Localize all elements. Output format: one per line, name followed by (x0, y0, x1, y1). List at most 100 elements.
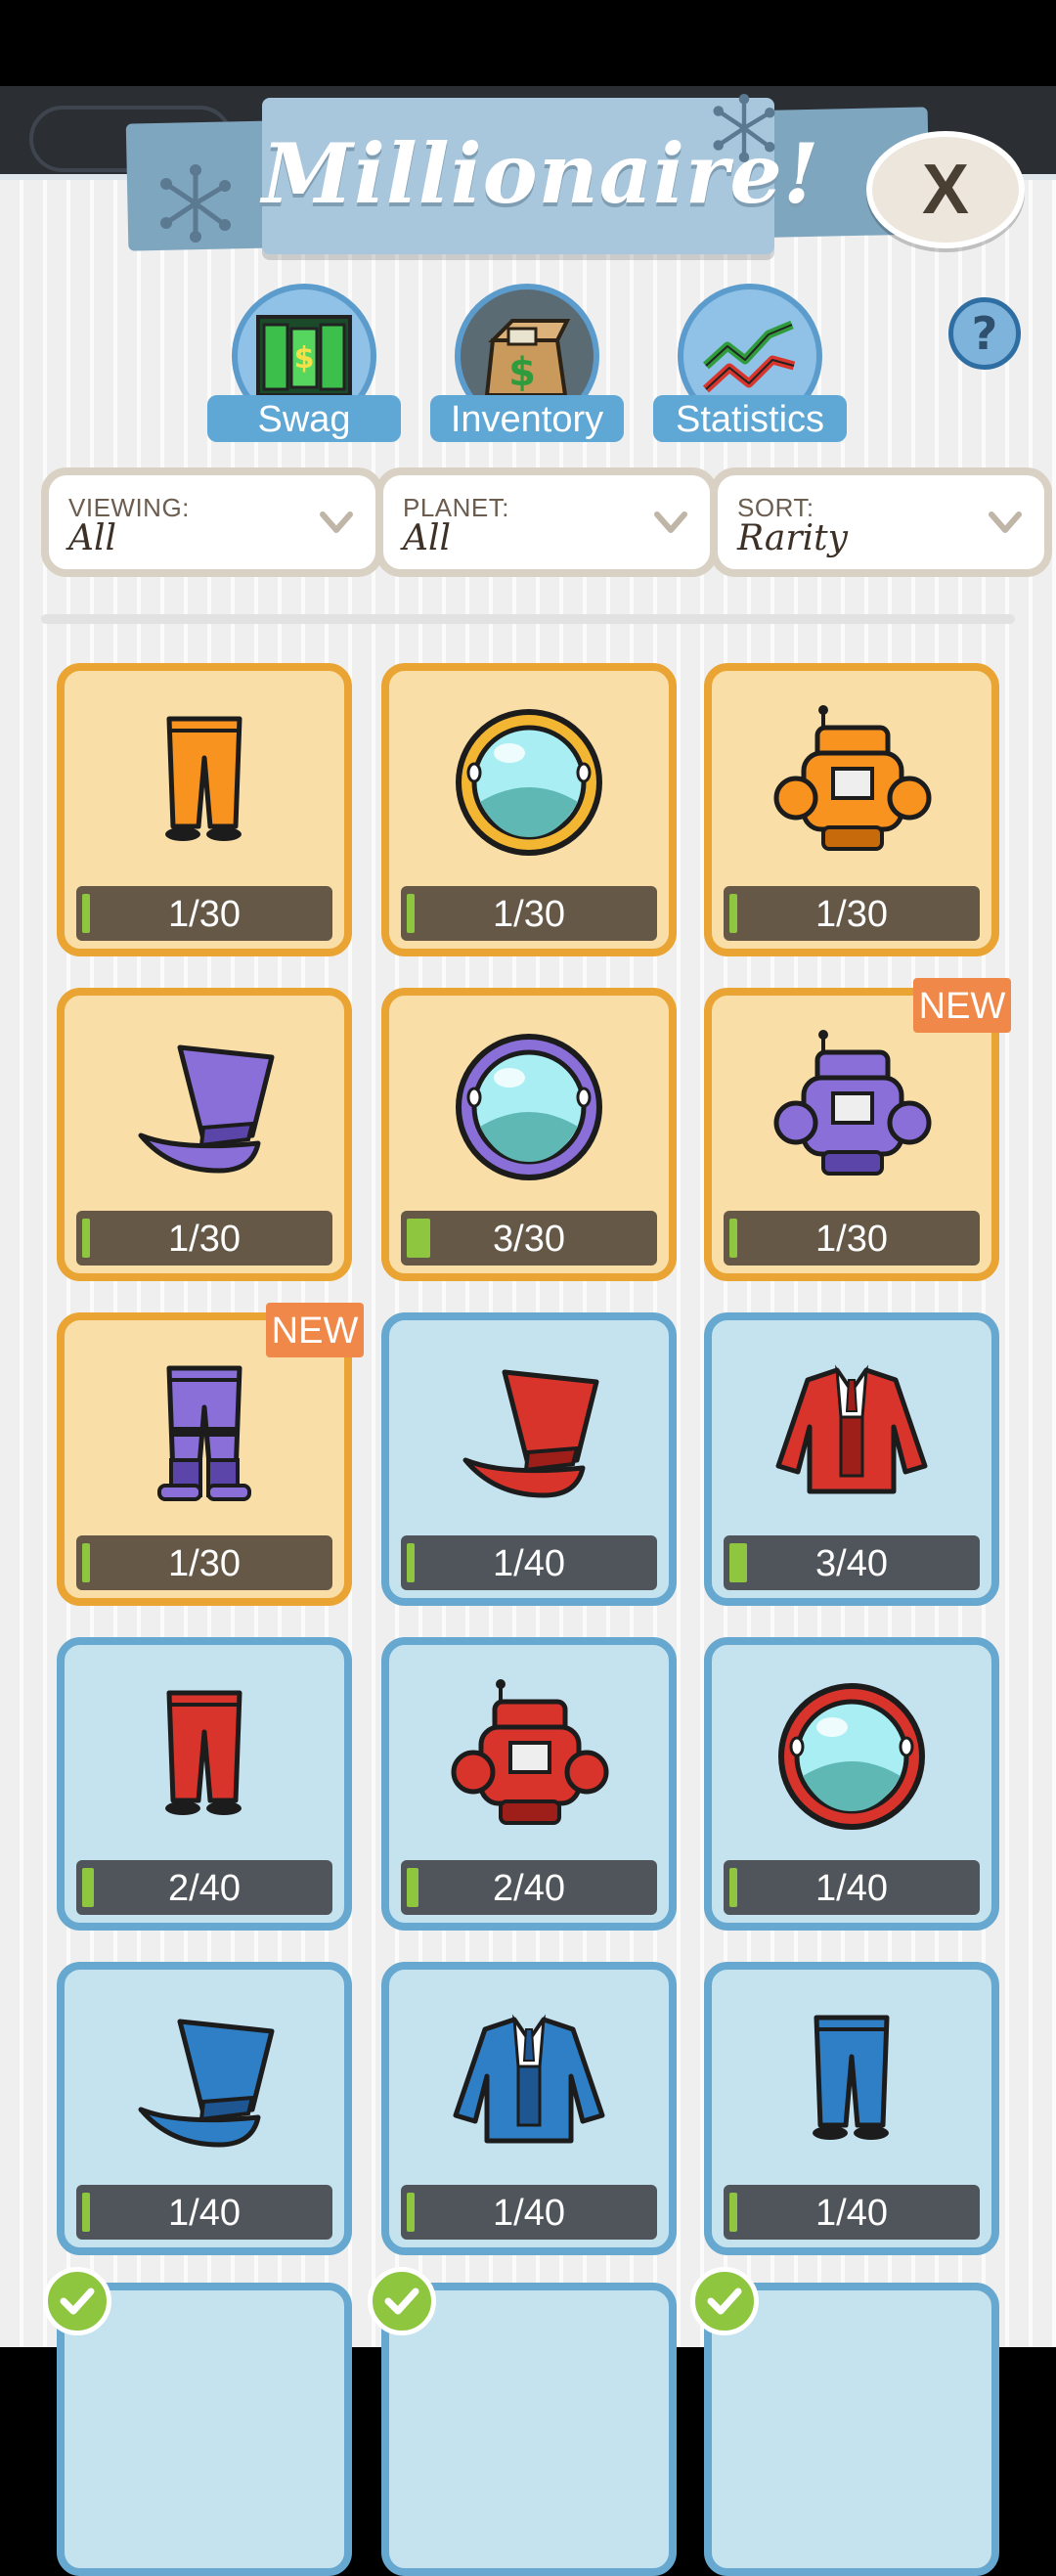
item-count-label: 1/30 (815, 894, 888, 935)
progress-fill (82, 1543, 90, 1582)
item-card-orange-pants[interactable]: 1/30 (57, 663, 352, 956)
tab-label: Swag (207, 395, 401, 442)
orange-robot-suit-icon (712, 685, 991, 880)
item-card-blue-pants[interactable]: 1/40 (704, 1962, 999, 2255)
planet-filter[interactable]: PLANET: All (375, 467, 718, 577)
purple-porthole-helmet-icon (389, 1009, 669, 1205)
filter-value: All (68, 518, 117, 558)
page-title: Millionaire! (262, 125, 820, 222)
close-icon: X (921, 151, 970, 229)
blue-top-hat-icon (65, 1983, 344, 2179)
item-card-red-porthole-helmet[interactable]: 1/40 (704, 1637, 999, 1931)
progress-fill (729, 1219, 737, 1258)
progress-fill (729, 894, 737, 933)
item-count: 3/40 (724, 1535, 980, 1590)
item-card-blue-tuxedo-jacket[interactable]: 1/40 (381, 1962, 677, 2255)
sparkle-icon (713, 94, 775, 162)
orange-pants-icon (65, 685, 344, 880)
chevron-down-icon (654, 511, 687, 533)
item-count-label: 1/40 (815, 2193, 888, 2234)
item-count-label: 1/30 (815, 1219, 888, 1260)
item-card-purple-porthole-helmet[interactable]: 3/30 (381, 988, 677, 1281)
filter-value: All (403, 518, 452, 558)
item-count: 1/30 (76, 1535, 332, 1590)
checkmark-icon (690, 2267, 759, 2335)
item-count-label: 1/40 (493, 1543, 565, 1584)
progress-fill (82, 2193, 90, 2232)
close-button[interactable]: X (866, 131, 1025, 248)
blue-pants-icon (712, 1983, 991, 2179)
chevron-down-icon (320, 511, 353, 533)
gold-porthole-helmet-icon (389, 685, 669, 880)
viewing-filter[interactable]: VIEWING: All (41, 467, 383, 577)
help-button[interactable]: ? (948, 297, 1021, 370)
item-count-label: 1/30 (493, 894, 565, 935)
red-top-hat-icon (389, 1334, 669, 1530)
item-card-partial[interactable] (704, 2283, 999, 2576)
purple-robot-suit-icon (712, 1009, 991, 1205)
item-card-partial[interactable] (57, 2283, 352, 2576)
item-count: 2/40 (401, 1860, 657, 1915)
item-card-blue-top-hat[interactable]: 1/40 (57, 1962, 352, 2255)
item-count: 1/30 (76, 1211, 332, 1266)
purple-top-hat-icon (65, 1009, 344, 1205)
svg-text:$: $ (508, 350, 536, 395)
red-robot-suit-icon (389, 1659, 669, 1854)
sort-filter[interactable]: SORT: Rarity (710, 467, 1052, 577)
filter-value: Rarity (737, 518, 848, 558)
item-count: 1/40 (401, 1535, 657, 1590)
progress-fill (407, 1219, 430, 1258)
item-count-label: 1/40 (168, 2193, 241, 2234)
item-card-red-top-hat[interactable]: 1/40 (381, 1312, 677, 1606)
item-card-red-tuxedo-jacket[interactable]: 3/40 (704, 1312, 999, 1606)
tab-label: Statistics (653, 395, 847, 442)
progress-fill (407, 2193, 415, 2232)
red-tuxedo-jacket-icon (712, 1334, 991, 1530)
item-count: 1/30 (76, 886, 332, 941)
chevron-down-icon (989, 511, 1022, 533)
progress-fill (729, 2193, 737, 2232)
red-pants-icon (65, 1659, 344, 1854)
item-count: 1/40 (76, 2185, 332, 2240)
item-count-label: 2/40 (493, 1868, 565, 1909)
item-card-purple-top-hat[interactable]: 1/30 (57, 988, 352, 1281)
checkmark-icon (368, 2267, 436, 2335)
progress-fill (729, 1868, 737, 1907)
item-count: 1/40 (724, 1860, 980, 1915)
item-count-label: 1/30 (168, 1543, 241, 1584)
item-card-red-pants[interactable]: 2/40 (57, 1637, 352, 1931)
item-count: 1/30 (724, 1211, 980, 1266)
purple-boot-pants-icon (65, 1334, 344, 1530)
item-card-red-robot-suit[interactable]: 2/40 (381, 1637, 677, 1931)
item-count-label: 1/30 (168, 1219, 241, 1260)
sparkle-icon (160, 164, 231, 243)
item-count: 3/30 (401, 1211, 657, 1266)
item-count: 1/30 (401, 886, 657, 941)
red-porthole-helmet-icon (712, 1659, 991, 1854)
new-badge: NEW (266, 1303, 364, 1357)
svg-text:$: $ (294, 341, 315, 376)
item-count-label: 2/40 (168, 1868, 241, 1909)
item-count: 2/40 (76, 1860, 332, 1915)
item-card-orange-robot-suit[interactable]: 1/30 (704, 663, 999, 956)
progress-fill (82, 1219, 90, 1258)
progress-fill (407, 1868, 418, 1907)
progress-fill (729, 1543, 747, 1582)
progress-fill (407, 894, 415, 933)
item-count-label: 1/40 (493, 2193, 565, 2234)
status-bar (0, 0, 1056, 86)
item-count: 1/40 (724, 2185, 980, 2240)
progress-fill (407, 1543, 415, 1582)
item-count: 1/30 (724, 886, 980, 941)
item-card-partial[interactable] (381, 2283, 677, 2576)
item-card-gold-porthole-helmet[interactable]: 1/30 (381, 663, 677, 956)
item-count-label: 1/40 (815, 1868, 888, 1909)
blue-tuxedo-jacket-icon (389, 1983, 669, 2179)
progress-fill (82, 1868, 94, 1907)
progress-fill (82, 894, 90, 933)
new-badge: NEW (913, 978, 1011, 1033)
checkmark-icon (43, 2267, 111, 2335)
tab-label: Inventory (430, 395, 624, 442)
divider (41, 614, 1015, 624)
item-count-label: 3/30 (493, 1219, 565, 1260)
